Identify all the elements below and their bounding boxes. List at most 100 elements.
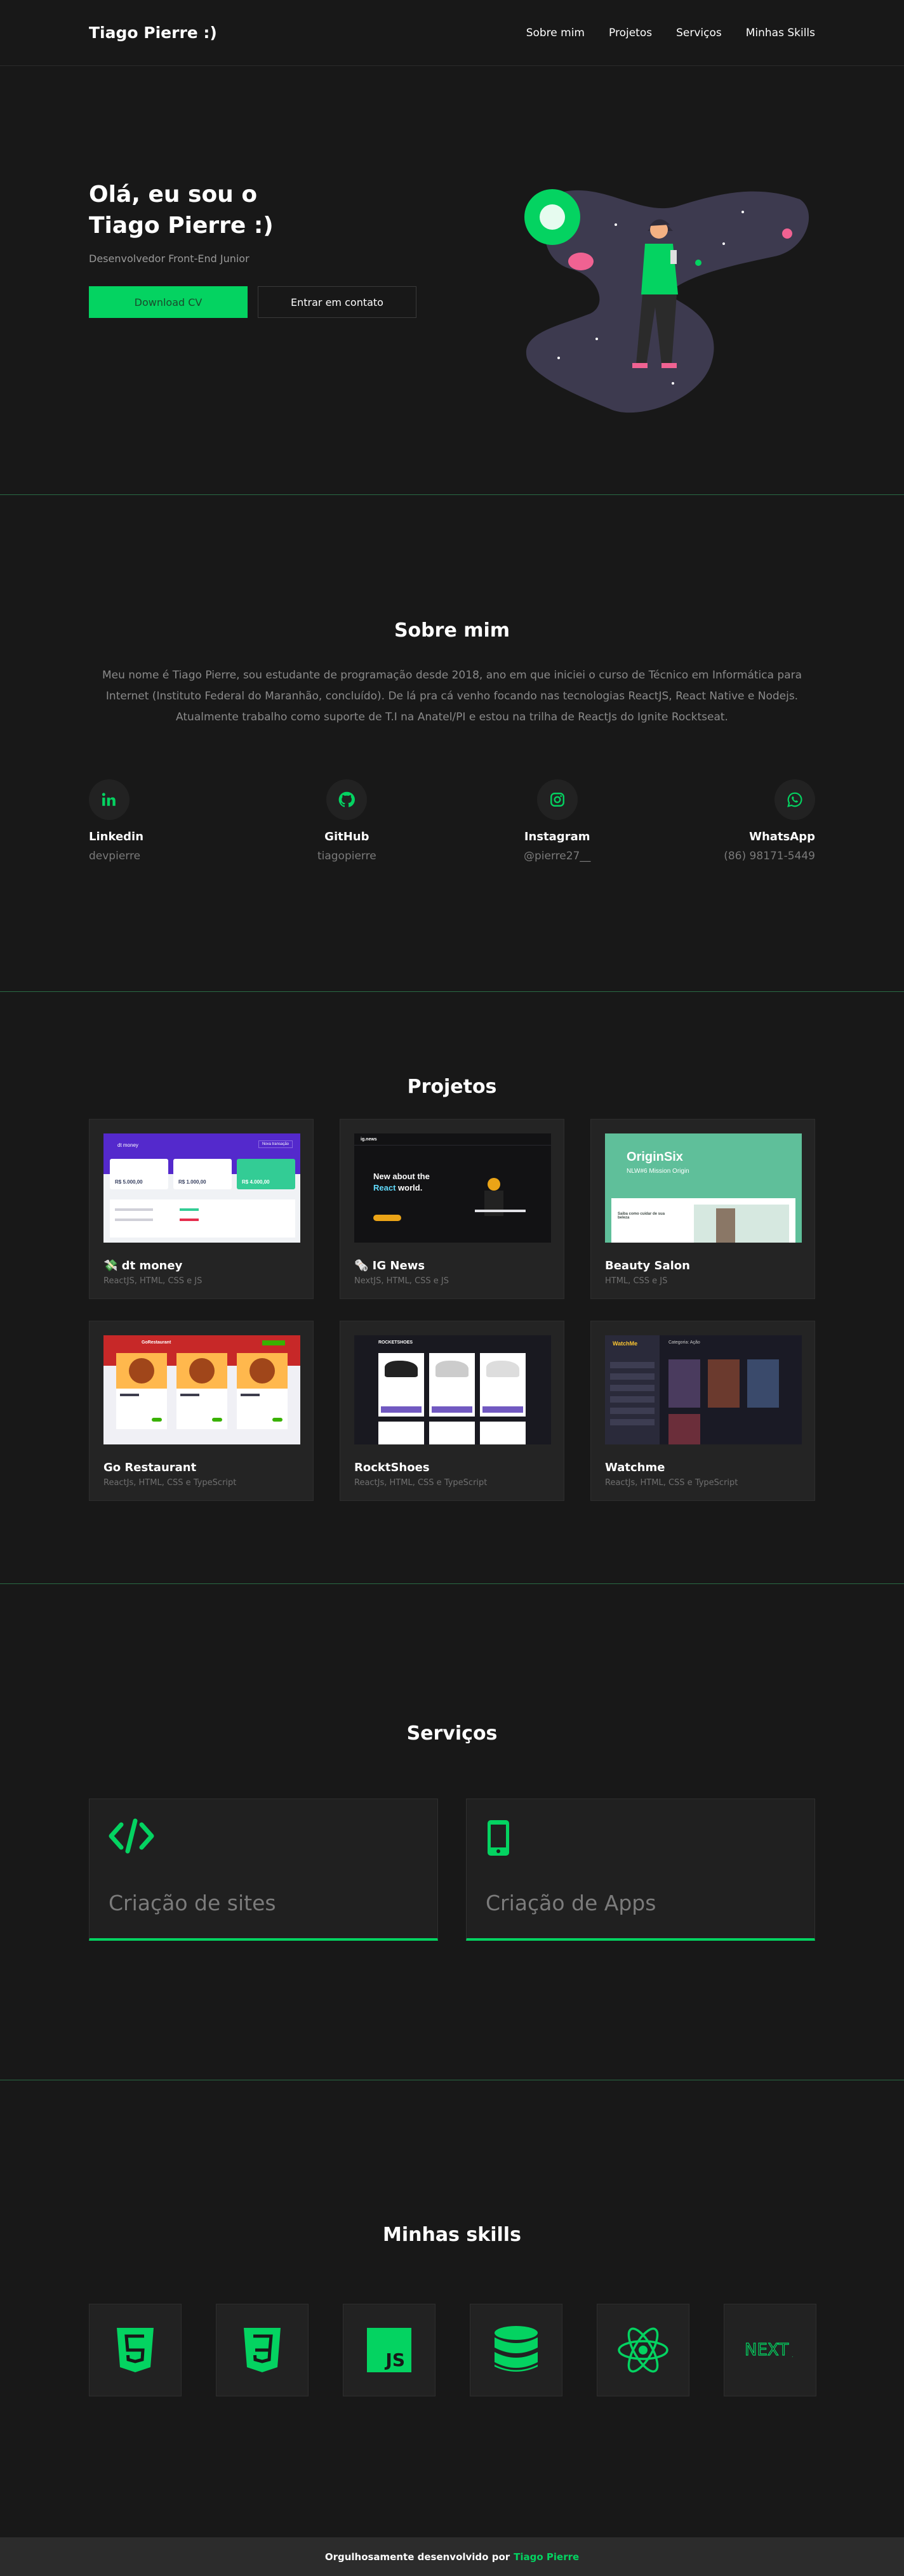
- service-label: Criação de sites: [109, 1891, 276, 1915]
- project-thumbnail[interactable]: GoRestaurant: [103, 1335, 300, 1444]
- skill-javascript[interactable]: JS: [343, 2304, 435, 2396]
- about-section: Sobre mim Meu nome é Tiago Pierre, sou e…: [0, 495, 904, 992]
- hero-title-line1: Olá, eu sou o: [89, 182, 258, 208]
- services-section: Serviços Criação de sites Criação de App…: [0, 1584, 904, 2080]
- footer-text: Orgulhosamente desenvolvido por: [324, 2551, 510, 2563]
- database-icon: [495, 2326, 538, 2372]
- skill-css3[interactable]: [216, 2304, 309, 2396]
- download-cv-button[interactable]: Download CV: [89, 286, 248, 318]
- nav: Sobre mim Projetos Serviços Minhas Skill…: [526, 27, 815, 39]
- skill-react[interactable]: [597, 2304, 689, 2396]
- service-card-apps[interactable]: Criação de Apps: [466, 1799, 815, 1941]
- services-title: Serviços: [406, 1722, 498, 1745]
- contact-name: Linkedin: [89, 830, 144, 843]
- header: Tiago Pierre :) Sobre mim Projetos Servi…: [0, 0, 904, 66]
- contact-value[interactable]: (86) 98171-5449: [724, 850, 815, 862]
- html5-icon: [117, 2328, 154, 2372]
- nav-projetos[interactable]: Projetos: [609, 27, 652, 39]
- project-thumbnail[interactable]: ROCKETSHOES: [354, 1335, 551, 1444]
- nav-minhas-skills[interactable]: Minhas Skills: [746, 27, 815, 39]
- project-card-dt-money[interactable]: dt money Nova transação R$ 5.000,00 R$ 1…: [89, 1119, 314, 1299]
- contact-whatsapp[interactable]: WhatsApp (86) 98171-5449: [720, 779, 815, 862]
- thumb-brand: GoRestaurant: [142, 1340, 171, 1345]
- thumb-title: OriginSix: [627, 1150, 683, 1164]
- contact-value[interactable]: @pierre27__: [524, 850, 590, 862]
- project-name: RocktShoes: [354, 1461, 430, 1474]
- contact-github[interactable]: GitHub tiagopierre: [299, 779, 394, 862]
- astronaut-illustration: [524, 189, 809, 413]
- thumb-headline-rest: world.: [396, 1183, 423, 1192]
- contact-instagram[interactable]: Instagram @pierre27__: [510, 779, 605, 862]
- footer-author-link[interactable]: Tiago Pierre: [514, 2551, 579, 2563]
- contact-value[interactable]: tiagopierre: [317, 850, 376, 862]
- skills-title: Minhas skills: [383, 2224, 521, 2246]
- javascript-icon: JS: [367, 2328, 411, 2372]
- react-icon: [618, 2327, 668, 2373]
- project-thumbnail[interactable]: WatchMe Categoria: Ação: [605, 1335, 802, 1444]
- nav-sobre-mim[interactable]: Sobre mim: [526, 27, 585, 39]
- thumb-value: R$ 1.000,00: [178, 1179, 206, 1185]
- thumb-value: R$ 5.000,00: [115, 1179, 143, 1185]
- thumb-brand: ROCKETSHOES: [378, 1340, 413, 1345]
- css3-icon: [244, 2328, 281, 2372]
- skill-nextjs[interactable]: NEXT .: [724, 2304, 816, 2396]
- github-icon[interactable]: [326, 779, 368, 820]
- whatsapp-icon[interactable]: [774, 779, 815, 820]
- about-title: Sobre mim: [394, 619, 510, 642]
- project-thumbnail[interactable]: ig.news New about the React world.: [354, 1133, 551, 1243]
- next-label: NEXT: [745, 2341, 788, 2360]
- project-card-rocktshoes[interactable]: ROCKETSHOES RocktShoes ReactJs, HTML, CS…: [340, 1321, 564, 1501]
- mobile-icon: [488, 1820, 509, 1856]
- project-grid: dt money Nova transação R$ 5.000,00 R$ 1…: [89, 1119, 815, 1501]
- skills-section: Minhas skills JS NEXT .: [0, 2080, 904, 2547]
- thumb-brand: WatchMe: [613, 1340, 638, 1347]
- hero-section: Olá, eu sou o Tiago Pierre :) Desenvolve…: [0, 66, 904, 495]
- contact-button[interactable]: Entrar em contato: [258, 286, 416, 318]
- skill-html5[interactable]: [89, 2304, 182, 2396]
- nav-servicos[interactable]: Serviços: [676, 27, 722, 39]
- hero-subtitle: Desenvolvedor Front-End Junior: [89, 253, 249, 265]
- project-card-ig-news[interactable]: ig.news New about the React world. 🗞️ IG…: [340, 1119, 564, 1299]
- project-tech: ReactJs, HTML, CSS e TypeScript: [354, 1478, 488, 1488]
- linkedin-icon[interactable]: [89, 779, 130, 820]
- project-name: Beauty Salon: [605, 1259, 690, 1272]
- projects-section: Projetos dt money Nova transação R$ 5.00…: [0, 992, 904, 1584]
- thumb-subtitle: NLW#6 Mission Origin: [627, 1168, 689, 1175]
- project-tech: HTML, CSS e JS: [605, 1276, 668, 1286]
- service-card-sites[interactable]: Criação de sites: [89, 1799, 438, 1941]
- contact-name: Instagram: [524, 830, 590, 843]
- projects-title: Projetos: [407, 1076, 497, 1098]
- project-tech: NextJS, HTML, CSS e JS: [354, 1276, 449, 1286]
- thumb-button: Nova transação: [258, 1140, 293, 1148]
- hero-title: Olá, eu sou o Tiago Pierre :): [89, 179, 444, 241]
- hero-title-line2: Tiago Pierre :): [89, 213, 274, 239]
- project-tech: ReactJs, HTML, CSS e TypeScript: [103, 1478, 237, 1488]
- page: Tiago Pierre :) Sobre mim Projetos Servi…: [0, 0, 904, 2576]
- thumb-caption: Saiba como cuidar de sua beleza: [618, 1212, 665, 1220]
- thumb-headline: New about the: [373, 1172, 430, 1181]
- contacts: Linkedin devpierre GitHub tiagopierre In…: [89, 779, 815, 862]
- contact-name: GitHub: [324, 830, 369, 843]
- contact-linkedin[interactable]: Linkedin devpierre: [89, 779, 184, 862]
- hero-text: Olá, eu sou o Tiago Pierre :) Desenvolve…: [89, 179, 444, 318]
- thumb-category: Categoria: Ação: [668, 1340, 700, 1345]
- hero-buttons: Download CV Entrar em contato: [89, 286, 444, 318]
- about-text: Meu nome é Tiago Pierre, sou estudante d…: [102, 669, 802, 723]
- footer: Orgulhosamente desenvolvido por Tiago Pi…: [0, 2537, 904, 2576]
- service-label: Criação de Apps: [486, 1891, 656, 1915]
- js-label: JS: [384, 2349, 405, 2370]
- instagram-icon[interactable]: [536, 779, 578, 820]
- project-name: Watchme: [605, 1461, 665, 1474]
- service-grid: Criação de sites Criação de Apps: [89, 1799, 815, 1941]
- project-thumbnail[interactable]: OriginSix NLW#6 Mission Origin Saiba com…: [605, 1133, 802, 1243]
- project-tech: ReactJS, HTML, CSS e JS: [103, 1276, 203, 1286]
- project-tech: ReactJs, HTML, CSS e TypeScript: [605, 1478, 738, 1488]
- project-card-go-restaurant[interactable]: GoRestaurant Go Restaurant ReactJs, HTML…: [89, 1321, 314, 1501]
- project-thumbnail[interactable]: dt money Nova transação R$ 5.000,00 R$ 1…: [103, 1133, 300, 1243]
- skill-database[interactable]: [470, 2304, 562, 2396]
- logo[interactable]: Tiago Pierre :): [89, 23, 217, 42]
- project-card-beauty-salon[interactable]: OriginSix NLW#6 Mission Origin Saiba com…: [590, 1119, 815, 1299]
- thumb-value: R$ 4.000,00: [242, 1179, 270, 1185]
- contact-value[interactable]: devpierre: [89, 850, 140, 862]
- project-card-watchme[interactable]: WatchMe Categoria: Ação Watchme ReactJs,…: [590, 1321, 815, 1501]
